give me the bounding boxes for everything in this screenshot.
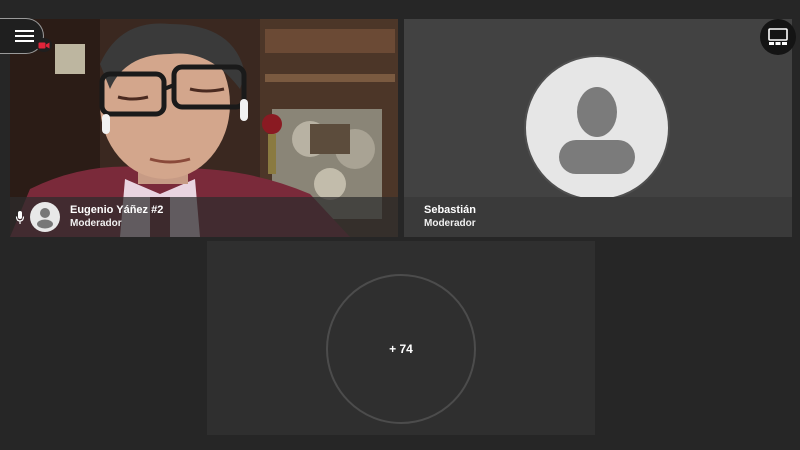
participant-name: Eugenio Yáñez #2 bbox=[70, 204, 164, 216]
user-icon bbox=[524, 55, 670, 201]
layout-icon bbox=[768, 28, 788, 45]
layout-button[interactable] bbox=[760, 19, 796, 55]
participant-name: Sebastián bbox=[424, 204, 476, 216]
participant-tile-video[interactable]: Eugenio Yáñez #2 Moderador bbox=[10, 19, 398, 237]
more-participants-tile[interactable]: + 74 bbox=[207, 241, 595, 435]
microphone-icon bbox=[14, 209, 26, 225]
participant-name-bar: Sebastián Moderador bbox=[404, 197, 792, 237]
recording-camera-icon bbox=[36, 38, 52, 52]
hamburger-icon bbox=[15, 30, 34, 42]
participant-role: Moderador bbox=[70, 218, 122, 229]
participant-role: Moderador bbox=[424, 218, 476, 229]
more-participants-count[interactable]: + 74 bbox=[326, 274, 476, 424]
user-icon bbox=[30, 202, 60, 232]
video-grid: Eugenio Yáñez #2 Moderador Sebastián Mod… bbox=[0, 0, 800, 450]
participant-name-bar: Eugenio Yáñez #2 Moderador bbox=[10, 197, 398, 237]
participant-tile-avatar[interactable]: Sebastián Moderador bbox=[404, 19, 792, 237]
